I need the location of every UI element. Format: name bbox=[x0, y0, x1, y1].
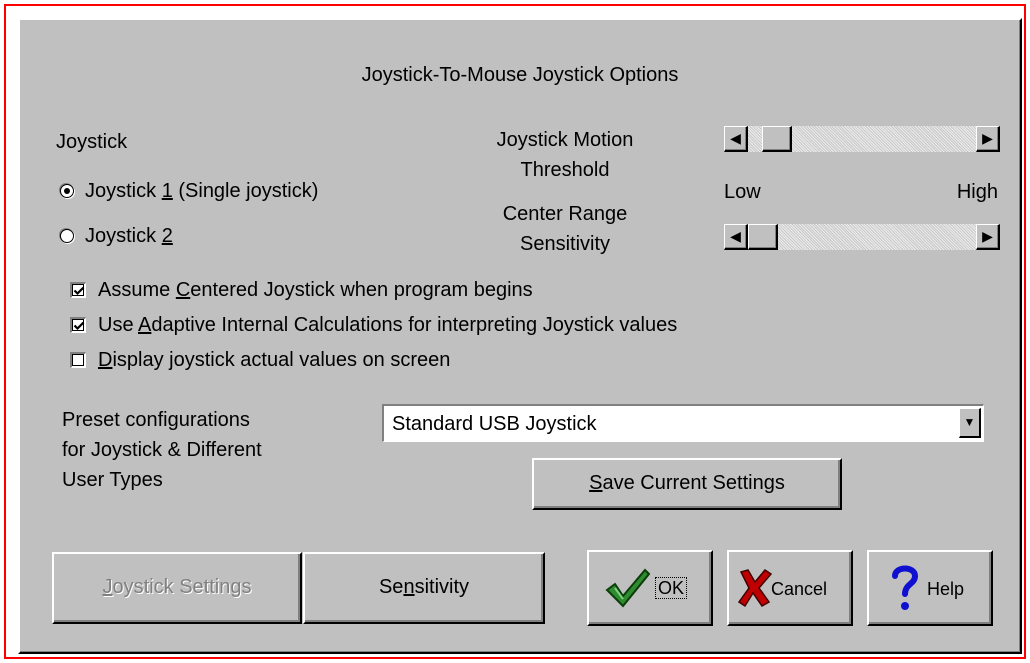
checkmark-glyph bbox=[73, 321, 85, 331]
checkbox-box bbox=[70, 352, 86, 368]
assume-centered-checkbox[interactable]: Assume Centered Joystick when program be… bbox=[70, 278, 770, 304]
joystick-options-dialog: Joystick-To-Mouse Joystick Options Joyst… bbox=[18, 18, 1022, 654]
radio-joystick-1-label: Joystick 1 (Single joystick) bbox=[85, 180, 319, 202]
assume-centered-label: Assume Centered Joystick when program be… bbox=[98, 279, 533, 301]
checkmark-glyph bbox=[73, 286, 85, 296]
joystick-group-label: Joystick bbox=[56, 131, 128, 153]
motion-threshold-label-line1: Joystick Motion bbox=[496, 129, 634, 151]
radio-joystick-2-label: Joystick 2 bbox=[85, 225, 173, 247]
motion-threshold-scrollbar[interactable]: ◀ ▶ bbox=[724, 126, 1000, 152]
radio-indicator bbox=[60, 229, 74, 243]
scroll-left-button[interactable]: ◀ bbox=[724, 126, 748, 152]
radio-joystick-1[interactable]: Joystick 1 (Single joystick) bbox=[60, 179, 420, 205]
scale-high-label: High bbox=[956, 181, 998, 203]
scale-low-label: Low bbox=[724, 181, 761, 203]
cancel-label: Cancel bbox=[771, 579, 828, 599]
radio-joystick-2[interactable]: Joystick 2 bbox=[60, 224, 260, 250]
scroll-left-button[interactable]: ◀ bbox=[724, 224, 748, 250]
scroll-right-button[interactable]: ▶ bbox=[976, 224, 1000, 250]
ok-button[interactable]: OK bbox=[587, 550, 713, 626]
center-range-thumb[interactable] bbox=[748, 224, 778, 250]
scroll-right-button[interactable]: ▶ bbox=[976, 126, 1000, 152]
help-label: Help bbox=[927, 579, 965, 599]
adaptive-calculations-checkbox[interactable]: Use Adaptive Internal Calculations for i… bbox=[70, 313, 950, 339]
checkmark-icon bbox=[605, 568, 651, 608]
center-range-label-line2: Sensitivity bbox=[519, 233, 611, 255]
adaptive-calculations-label: Use Adaptive Internal Calculations for i… bbox=[98, 314, 678, 336]
radio-selected-dot bbox=[64, 188, 70, 194]
sensitivity-button[interactable]: Sensitivity bbox=[303, 552, 545, 624]
preset-label-line3: User Types bbox=[62, 469, 163, 491]
preset-label-line1: Preset configurations bbox=[62, 409, 250, 431]
display-values-label: Display joystick actual values on screen bbox=[98, 349, 451, 371]
center-range-label-line1: Center Range bbox=[502, 203, 628, 225]
question-mark-icon bbox=[892, 565, 919, 610]
motion-threshold-label-line2: Threshold bbox=[520, 159, 610, 181]
checkbox-box bbox=[70, 317, 86, 333]
joystick-settings-button[interactable]: Joystick Settings bbox=[52, 552, 302, 624]
dialog-title: Joystick-To-Mouse Joystick Options bbox=[361, 64, 679, 86]
radio-indicator bbox=[60, 184, 74, 198]
center-range-scrollbar[interactable]: ◀ ▶ bbox=[724, 224, 1000, 250]
dropdown-arrow-icon[interactable]: ▼ bbox=[959, 408, 981, 438]
help-button[interactable]: Help bbox=[867, 550, 993, 626]
display-values-checkbox[interactable]: Display joystick actual values on screen bbox=[70, 348, 670, 374]
motion-threshold-thumb[interactable] bbox=[762, 126, 792, 152]
x-icon bbox=[737, 569, 773, 608]
preset-label-line2: for Joystick & Different bbox=[62, 439, 262, 461]
cancel-button[interactable]: Cancel bbox=[727, 550, 853, 626]
ok-label: OK bbox=[655, 577, 688, 599]
preset-selected-value: Standard USB Joystick bbox=[392, 413, 597, 435]
preset-dropdown[interactable]: Standard USB Joystick ▼ bbox=[382, 404, 984, 442]
save-current-settings-button[interactable]: Save Current Settings bbox=[532, 458, 842, 510]
checkbox-box bbox=[70, 282, 86, 298]
